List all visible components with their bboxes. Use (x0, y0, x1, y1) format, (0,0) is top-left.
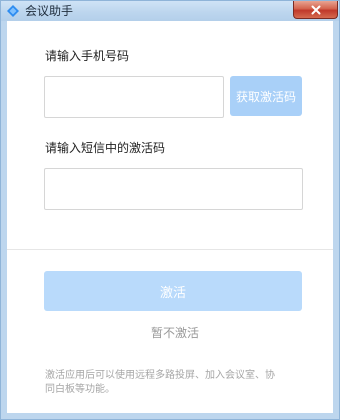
close-button[interactable] (293, 1, 338, 19)
window-title: 会议助手 (25, 4, 74, 18)
phone-label: 请输入手机号码 (45, 49, 130, 63)
divider (7, 249, 333, 250)
activation-footnote: 激活应用后可以使用远程多路投屏、加入会议室、协 同白板等功能。 (45, 369, 315, 397)
activation-window: 会议助手 请输入手机号码 获取激活码 请输入短信中的激活码 激活 暂不激活 激活… (0, 0, 340, 420)
title-bar[interactable]: 会议助手 (1, 1, 339, 21)
window-frame-bottom (1, 413, 339, 419)
app-diamond-icon (7, 5, 19, 17)
footnote-line-1: 激活应用后可以使用远程多路投屏、加入会议室、协 (45, 370, 275, 381)
phone-input[interactable] (44, 76, 224, 118)
window-frame-right (333, 21, 339, 419)
get-code-button[interactable]: 获取激活码 (230, 76, 302, 116)
skip-activation-link[interactable]: 暂不激活 (120, 325, 230, 341)
activate-button[interactable]: 激活 (44, 271, 302, 311)
footnote-line-2: 同白板等功能。 (45, 384, 115, 395)
close-icon (311, 5, 320, 14)
activation-form: 请输入手机号码 获取激活码 请输入短信中的激活码 激活 暂不激活 激活应用后可以… (7, 21, 333, 413)
sms-code-label: 请输入短信中的激活码 (45, 141, 166, 155)
sms-code-input[interactable] (44, 168, 303, 210)
